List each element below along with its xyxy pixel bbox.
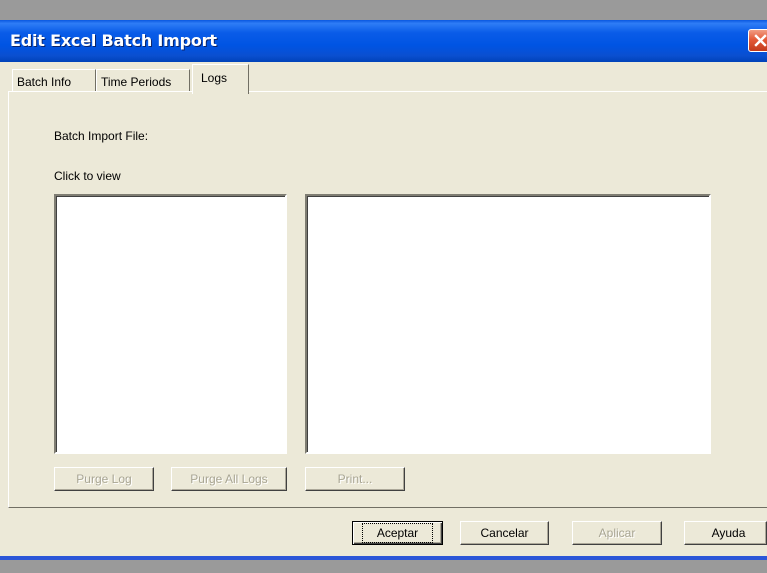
tab-batch-info[interactable]: Batch Info [12,69,96,91]
tab-time-periods[interactable]: Time Periods [96,69,190,91]
purge-all-logs-label: Purge All Logs [190,472,268,486]
title-bar[interactable]: Edit Excel Batch Import [0,20,767,62]
click-to-view-label: Click to view [54,169,121,183]
log-list[interactable] [54,194,287,454]
apply-label: Aplicar [598,526,636,540]
cancel-label: Cancelar [480,526,529,540]
print-label: Print... [337,472,373,486]
purge-log-button[interactable]: Purge Log [54,467,154,491]
tab-label: Batch Info [17,75,72,89]
batch-import-file-label: Batch Import File: [54,129,149,143]
apply-button[interactable]: Aplicar [572,521,662,545]
purge-log-label: Purge Log [76,472,132,486]
accept-label: Aceptar [361,523,434,543]
tab-label: Time Periods [101,75,172,89]
tab-logs[interactable]: Logs [192,64,249,94]
background-strip-bottom [0,560,767,573]
help-button[interactable]: Ayuda [684,521,767,545]
background-strip-top [0,0,767,20]
cancel-button[interactable]: Cancelar [460,521,549,545]
close-icon [754,34,767,47]
log-content-view[interactable] [305,194,711,454]
print-button[interactable]: Print... [305,467,405,491]
close-button[interactable] [748,29,767,52]
window-title: Edit Excel Batch Import [10,31,217,50]
help-label: Ayuda [711,526,746,540]
purge-all-logs-button[interactable]: Purge All Logs [171,467,287,491]
tab-label: Logs [201,71,228,85]
accept-button[interactable]: Aceptar [352,521,443,545]
